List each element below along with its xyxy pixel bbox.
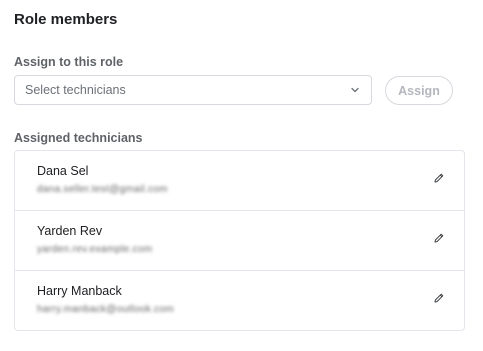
pencil-icon xyxy=(433,171,445,189)
edit-member-button[interactable] xyxy=(432,293,446,307)
list-item: Dana Sel dana.seller.test@gmail.com xyxy=(15,151,464,211)
member-email: yarden.rev.example.com xyxy=(37,244,153,255)
member-name: Dana Sel xyxy=(37,164,89,178)
chevron-down-icon xyxy=(349,84,361,96)
member-name: Yarden Rev xyxy=(37,224,103,238)
assign-section-label: Assign to this role xyxy=(14,55,124,69)
member-email: harry.manback@outlook.com xyxy=(37,304,174,315)
assigned-section-label: Assigned technicians xyxy=(14,131,143,145)
panel-title: Role members xyxy=(14,11,118,28)
list-item: Yarden Rev yarden.rev.example.com xyxy=(15,211,464,271)
member-email: dana.seller.test@gmail.com xyxy=(37,184,168,195)
role-members-panel: Role members Assign to this role Select … xyxy=(0,0,483,351)
technicians-select[interactable]: Select technicians xyxy=(14,75,372,105)
pencil-icon xyxy=(433,291,445,309)
edit-member-button[interactable] xyxy=(432,173,446,187)
member-name: Harry Manback xyxy=(37,284,122,298)
list-item: Harry Manback harry.manback@outlook.com xyxy=(15,271,464,331)
edit-member-button[interactable] xyxy=(432,233,446,247)
assigned-technicians-list: Dana Sel dana.seller.test@gmail.com Yard… xyxy=(14,150,465,331)
select-placeholder: Select technicians xyxy=(25,83,126,97)
pencil-icon xyxy=(433,231,445,249)
assign-button[interactable]: Assign xyxy=(385,76,453,105)
